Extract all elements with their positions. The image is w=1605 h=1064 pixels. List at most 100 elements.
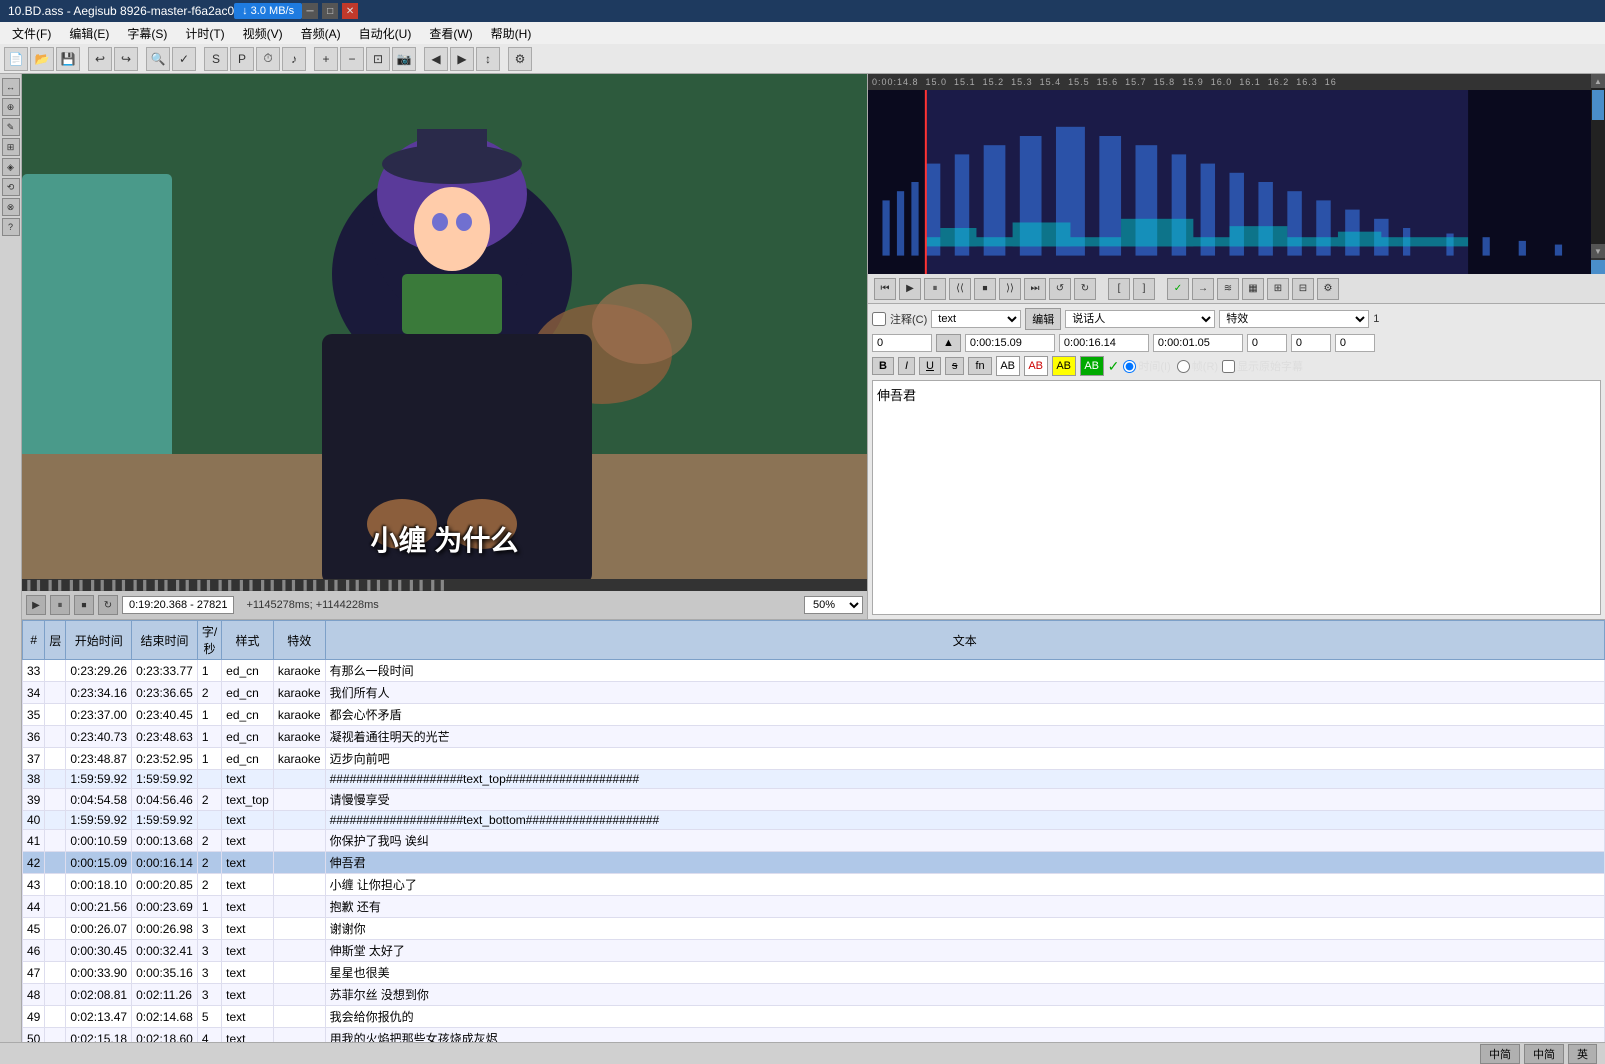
maximize-button[interactable]: □ <box>322 3 338 19</box>
stop-button[interactable]: ⏹ <box>74 595 94 615</box>
scroll-down[interactable]: ▼ <box>1591 244 1605 258</box>
color-ab2[interactable]: AB <box>1024 356 1048 376</box>
tc-loop-sel[interactable]: ↺ <box>1049 278 1071 300</box>
table-row[interactable]: 450:00:26.070:00:26.983text谢谢你 <box>23 918 1605 940</box>
menu-view[interactable]: 查看(W) <box>421 23 480 44</box>
toolbar-timing-post-processor[interactable]: ⏱ <box>256 47 280 71</box>
scroll-up[interactable]: ▲ <box>1591 74 1605 88</box>
effect-select-2[interactable]: 特效 <box>1219 310 1369 328</box>
minimize-button[interactable]: ─ <box>302 3 318 19</box>
status-btn-zh-jian2[interactable]: 中简 <box>1524 1044 1564 1064</box>
toolbar-video-zoom-in[interactable]: + <box>314 47 338 71</box>
toolbar-jump[interactable]: ↕ <box>476 47 500 71</box>
table-row[interactable]: 360:23:40.730:23:48.631ed_cnkaraoke凝视着通往… <box>23 726 1605 748</box>
tc-loop-all[interactable]: ↻ <box>1074 278 1096 300</box>
close-button[interactable]: ✕ <box>342 3 358 19</box>
zoom-select[interactable]: 50% 100% 150% <box>804 596 863 614</box>
underline-button[interactable]: U <box>919 357 941 375</box>
tc-waveform-mode[interactable]: ≋ <box>1217 278 1239 300</box>
original-checkbox[interactable] <box>1222 360 1235 373</box>
fn-button[interactable]: fn <box>968 357 991 375</box>
tc-accept-green[interactable]: ✓ <box>1167 278 1189 300</box>
scroll-extra[interactable] <box>1591 260 1605 274</box>
status-btn-en[interactable]: 英 <box>1568 1044 1597 1064</box>
menu-timing[interactable]: 计时(T) <box>177 23 232 44</box>
radio-time[interactable] <box>1123 360 1136 373</box>
menu-audio[interactable]: 音频(A) <box>293 23 349 44</box>
tc-pause[interactable]: ⏸ <box>924 278 946 300</box>
toolbar-open[interactable]: 📂 <box>30 47 54 71</box>
loop-button[interactable]: ↻ <box>98 595 118 615</box>
sidebar-tool-8[interactable]: ? <box>2 218 20 236</box>
table-row[interactable]: 430:00:18.100:00:20.852text小缠 让你担心了 <box>23 874 1605 896</box>
toolbar-prev-sub[interactable]: ◀ <box>424 47 448 71</box>
tc-stop[interactable]: ⏹ <box>974 278 996 300</box>
table-row[interactable]: 350:23:37.000:23:40.451ed_cnkaraoke都会心怀矛… <box>23 704 1605 726</box>
sidebar-tool-6[interactable]: ⟲ <box>2 178 20 196</box>
toolbar-undo[interactable]: ↩ <box>88 47 112 71</box>
tc-prev-frame[interactable]: ⟨⟨ <box>949 278 971 300</box>
radio-frame[interactable] <box>1177 360 1190 373</box>
pause-button[interactable]: ⏸ <box>50 595 70 615</box>
tc-fast-forward[interactable]: ⏭ <box>1024 278 1046 300</box>
sidebar-tool-4[interactable]: ⊞ <box>2 138 20 156</box>
tc-next-frame[interactable]: ⟩⟩ <box>999 278 1021 300</box>
toolbar-find[interactable]: 🔍 <box>146 47 170 71</box>
toolbar-settings[interactable]: ⚙ <box>508 47 532 71</box>
table-row[interactable]: 390:04:54.580:04:56.462text_top请慢慢享受 <box>23 789 1605 811</box>
tc-grid[interactable]: ⊞ <box>1267 278 1289 300</box>
toolbar-karaoke[interactable]: ♪ <box>282 47 306 71</box>
sidebar-tool-3[interactable]: ✎ <box>2 118 20 136</box>
actor-select[interactable]: 说话人 <box>1065 310 1215 328</box>
toolbar-next-sub[interactable]: ▶ <box>450 47 474 71</box>
toolbar-save[interactable]: 💾 <box>56 47 80 71</box>
toolbar-video-screenshot[interactable]: 📷 <box>392 47 416 71</box>
table-row[interactable]: 401:59:59.921:59:59.92text##############… <box>23 811 1605 830</box>
color-ab1[interactable]: AB <box>996 356 1020 376</box>
waveform-scrollbar[interactable]: ▲ ▼ <box>1591 74 1605 274</box>
tc-spectrum[interactable]: ▦ <box>1242 278 1264 300</box>
video-frame[interactable]: 小缠 为什么 <box>22 74 867 579</box>
timeline-ruler[interactable]: ▐ ▌▐ ▌▐ ▌▐ ▌▐ ▌▐ ▌▐ ▌▐ ▌▐ ▌▐ ▌▐ ▌▐ ▌▐ ▌▐… <box>22 579 867 591</box>
sidebar-tool-2[interactable]: ⊕ <box>2 98 20 116</box>
toolbar-style-manager[interactable]: S <box>204 47 228 71</box>
table-row[interactable]: 470:00:33.900:00:35.163text星星也很美 <box>23 962 1605 984</box>
menu-help[interactable]: 帮助(H) <box>483 23 540 44</box>
tc-rewind[interactable]: ⏮ <box>874 278 896 300</box>
toolbar-video-aspect[interactable]: ⊡ <box>366 47 390 71</box>
margin-r-input[interactable] <box>1291 334 1331 352</box>
status-btn-zh-jian1[interactable]: 中简 <box>1480 1044 1520 1064</box>
toolbar-video-zoom-out[interactable]: − <box>340 47 364 71</box>
menu-automation[interactable]: 自动化(U) <box>351 23 420 44</box>
strikethrough-button[interactable]: s <box>945 357 965 375</box>
toolbar-properties[interactable]: P <box>230 47 254 71</box>
table-row[interactable]: 420:00:15.090:00:16.142text伸吾君 <box>23 852 1605 874</box>
table-row[interactable]: 500:02:15.180:02:18.604text用我的火焰把那些女孩烧成灰… <box>23 1028 1605 1043</box>
table-row[interactable]: 381:59:59.921:59:59.92text##############… <box>23 770 1605 789</box>
tc-set-end[interactable]: ] <box>1133 278 1155 300</box>
time-end-input[interactable] <box>1059 334 1149 352</box>
style-edit-button[interactable]: 编辑 <box>1025 308 1061 330</box>
time-start-input[interactable] <box>965 334 1055 352</box>
bold-button[interactable]: B <box>872 357 894 375</box>
sidebar-tool-5[interactable]: ◈ <box>2 158 20 176</box>
table-row[interactable]: 330:23:29.260:23:33.771ed_cnkaraoke有那么一段… <box>23 660 1605 682</box>
tc-set-start[interactable]: [ <box>1108 278 1130 300</box>
table-row[interactable]: 440:00:21.560:00:23.691text抱歉 还有 <box>23 896 1605 918</box>
table-row[interactable]: 410:00:10.590:00:13.682text你保护了我吗 诶纠 <box>23 830 1605 852</box>
check-mark[interactable]: ✓ <box>1108 358 1120 375</box>
play-button[interactable]: ▶ <box>26 595 46 615</box>
toolbar-redo[interactable]: ↪ <box>114 47 138 71</box>
margin-spin-up[interactable]: ▲ <box>936 334 961 352</box>
menu-file[interactable]: 文件(F) <box>4 23 59 44</box>
menu-subtitle[interactable]: 字幕(S) <box>119 23 175 44</box>
tc-next-sub[interactable]: → <box>1192 278 1214 300</box>
margin-l-input[interactable] <box>1247 334 1287 352</box>
table-row[interactable]: 490:02:13.470:02:14.685text我会给你报仇的 <box>23 1006 1605 1028</box>
tc-settings-2[interactable]: ⊟ <box>1292 278 1314 300</box>
table-row[interactable]: 480:02:08.810:02:11.263text苏菲尔丝 没想到你 <box>23 984 1605 1006</box>
subtitle-text-area[interactable]: 伸吾君 <box>872 380 1601 615</box>
duration-input[interactable] <box>1153 334 1243 352</box>
table-row[interactable]: 370:23:48.870:23:52.951ed_cnkaraoke迈步向前吧 <box>23 748 1605 770</box>
sidebar-tool-7[interactable]: ⊗ <box>2 198 20 216</box>
